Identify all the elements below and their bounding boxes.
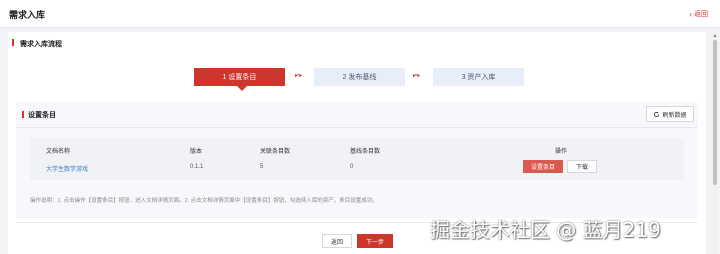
next-step-label: 下一步 bbox=[365, 239, 384, 246]
column-header-actions: 操作 bbox=[555, 149, 568, 155]
step-1[interactable]: 1 设置条目 bbox=[194, 68, 285, 86]
set-items-button[interactable]: 设置条目 bbox=[523, 160, 563, 173]
active-step-pointer bbox=[237, 86, 247, 91]
step-connector-1: ▸••▸ bbox=[295, 73, 302, 79]
step-2-label: 2 发布基线 bbox=[342, 74, 377, 81]
instructions-text: 操作说明：1. 点击操作【设置条目】按钮，进入文档详情页面。2. 点击文档详情页… bbox=[30, 198, 378, 204]
chevron-left-icon: ‹ bbox=[689, 9, 692, 19]
column-header-baseline-count: 基线条目数 bbox=[350, 149, 381, 155]
download-button[interactable]: 下载 bbox=[567, 160, 597, 173]
next-step-button[interactable]: 下一步 bbox=[357, 234, 393, 248]
panel-divider bbox=[16, 127, 698, 128]
set-items-label: 设置条目 bbox=[530, 165, 555, 171]
column-header-doc-name: 文档名称 bbox=[46, 149, 71, 155]
cell-baseline-count: 0 bbox=[350, 164, 354, 170]
refresh-data-button[interactable]: 刷新数据 bbox=[646, 106, 694, 122]
documents-table: 文档名称 版本 关联条目数 基线条目数 操作 大学生数学游戏 0.1.1 5 0… bbox=[30, 138, 684, 180]
top-header: 需求入库 ‹ 返回 bbox=[0, 0, 720, 28]
scroll-up-arrow-icon[interactable]: ▲ bbox=[712, 33, 718, 39]
header-back-label: 返回 bbox=[694, 11, 708, 18]
step-2[interactable]: 2 发布基线 bbox=[314, 68, 405, 86]
scrollbar-thumb[interactable] bbox=[713, 40, 717, 185]
step-indicator: 1 设置条目 ▸••▸ 2 发布基线 ▸••▸ 3 资产入库 bbox=[194, 68, 524, 91]
step-1-label: 1 设置条目 bbox=[222, 74, 257, 81]
column-header-linked-count: 关联条目数 bbox=[260, 149, 291, 155]
setup-items-panel: 设置条目 刷新数据 文档名称 版本 关联条目数 基线条目数 操作 大学生数学游戏… bbox=[16, 102, 698, 218]
refresh-icon bbox=[654, 111, 660, 117]
refresh-data-label: 刷新数据 bbox=[662, 112, 687, 119]
back-button-label: 返回 bbox=[330, 239, 343, 246]
cell-linked-count: 5 bbox=[260, 164, 264, 170]
step-3-label: 3 资产入库 bbox=[461, 74, 496, 81]
section-title: 需求入库流程 bbox=[20, 41, 62, 48]
watermark: 掘金技术社区 @ 蓝月219 bbox=[430, 218, 661, 242]
cell-version: 0.1.1 bbox=[190, 164, 204, 170]
panel-title: 设置条目 bbox=[28, 112, 56, 119]
vertical-scrollbar[interactable]: ▲ bbox=[712, 32, 718, 254]
panel-marker bbox=[22, 111, 24, 118]
page-title: 需求入库 bbox=[9, 10, 46, 20]
step-connector-2: ▸••▸ bbox=[413, 73, 420, 79]
step-3[interactable]: 3 资产入库 bbox=[433, 68, 524, 86]
header-back-link[interactable]: ‹ 返回 bbox=[689, 9, 708, 19]
column-header-version: 版本 bbox=[190, 149, 203, 155]
back-button[interactable]: 返回 bbox=[322, 234, 352, 248]
doc-name-link[interactable]: 大学生数学游戏 bbox=[46, 164, 88, 173]
section-marker bbox=[12, 39, 14, 46]
download-label: 下载 bbox=[575, 165, 588, 171]
